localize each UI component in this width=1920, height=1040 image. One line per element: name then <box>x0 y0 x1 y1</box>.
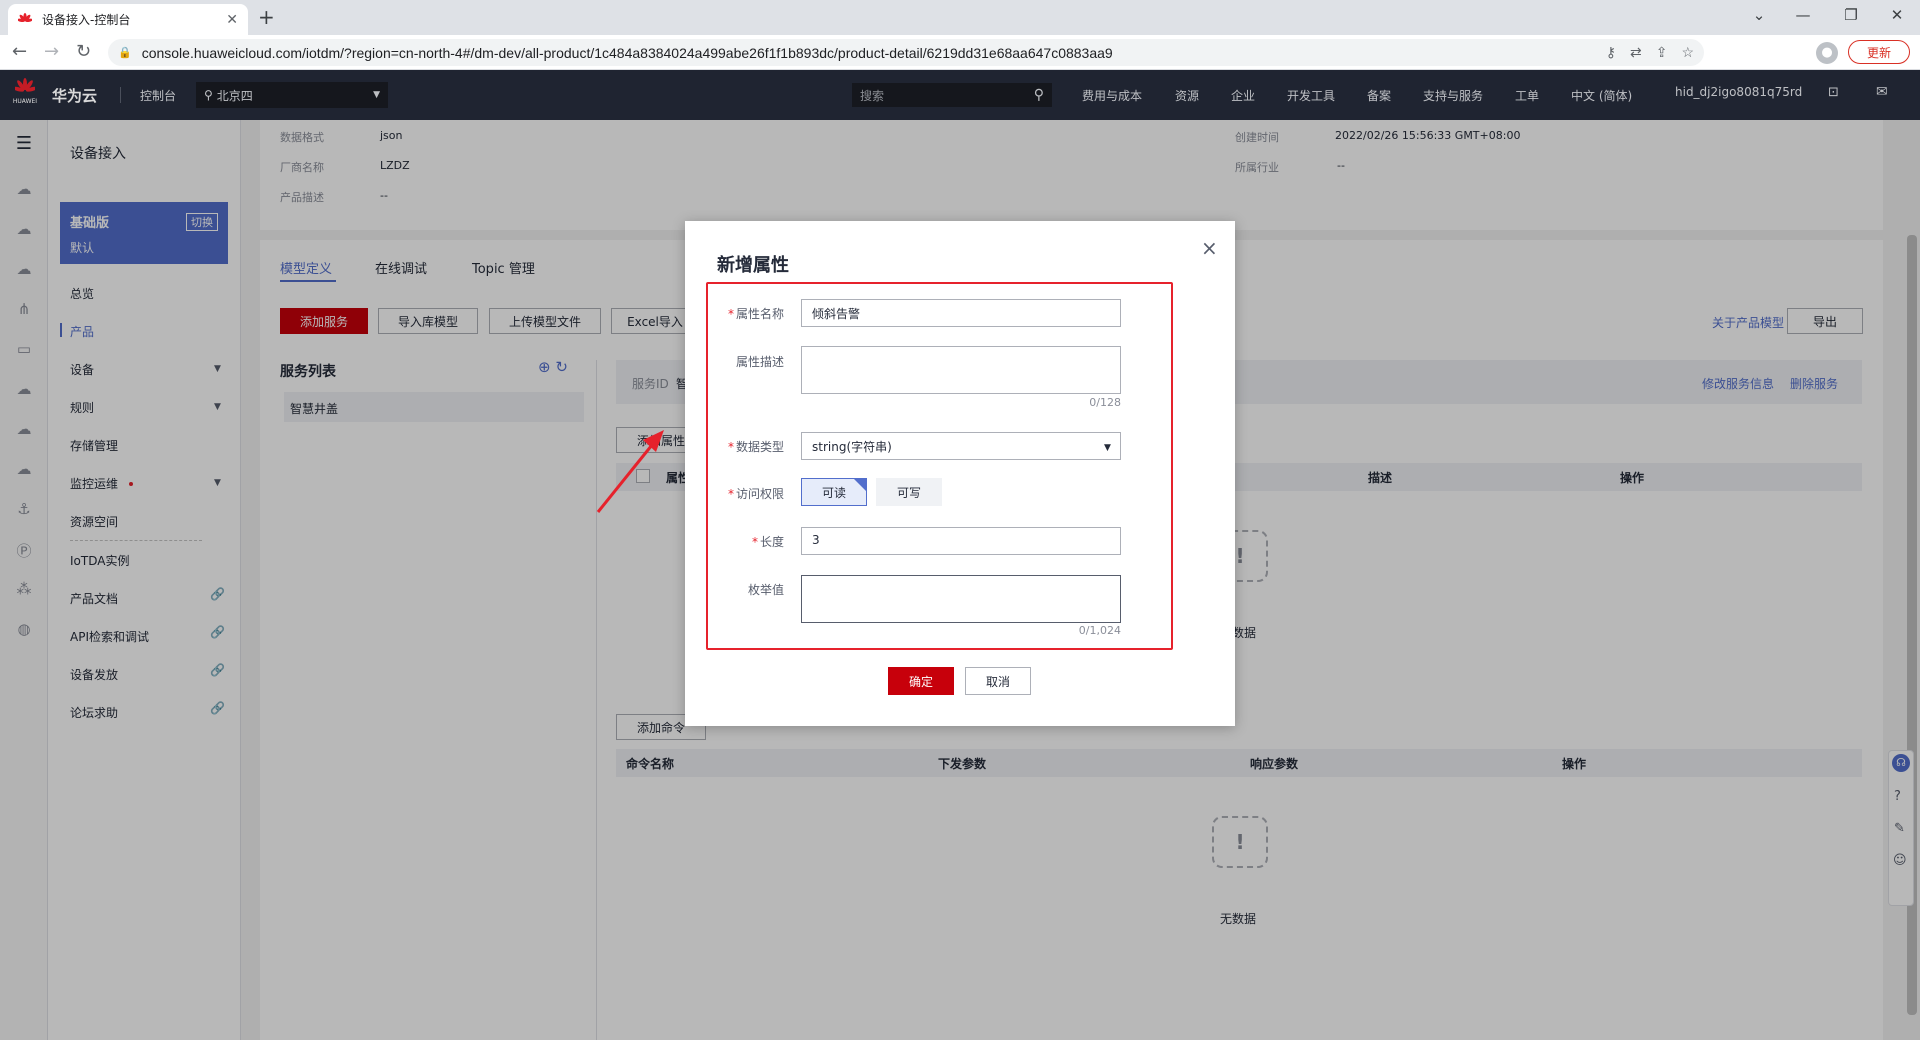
browser-tab[interactable]: 设备接入-控制台 ✕ <box>8 4 248 35</box>
property-desc-textarea[interactable] <box>801 346 1121 394</box>
length-input[interactable]: 3 <box>801 527 1121 555</box>
back-icon[interactable]: ← <box>12 41 27 62</box>
share-icon[interactable]: ⇪ <box>1656 44 1668 61</box>
access-read-toggle[interactable]: 可读 <box>801 478 867 506</box>
tab-search-icon[interactable]: ⌄ <box>1736 2 1782 28</box>
close-icon[interactable]: × <box>1201 236 1218 260</box>
profile-avatar-icon[interactable]: ● <box>1816 42 1838 64</box>
cancel-button[interactable]: 取消 <box>965 667 1031 695</box>
read-label: 可读 <box>821 485 846 500</box>
property-name-label: * 属性名称 <box>727 307 784 321</box>
key-icon[interactable]: ⚷ <box>1606 44 1616 61</box>
enum-textarea[interactable] <box>801 575 1121 623</box>
close-window-icon[interactable]: ✕ <box>1874 2 1920 28</box>
desc-char-count: 0/128 <box>1089 396 1121 409</box>
forward-icon[interactable]: → <box>44 41 59 62</box>
huawei-favicon-icon <box>17 12 33 27</box>
selected-corner-icon <box>854 479 866 491</box>
access-write-toggle[interactable]: 可写 <box>876 478 942 506</box>
minimize-icon[interactable]: — <box>1780 2 1826 28</box>
property-name-input[interactable]: 倾斜告警 <box>801 299 1121 327</box>
restore-icon[interactable]: ❐ <box>1828 2 1874 28</box>
property-desc-label: 属性描述 <box>735 355 784 369</box>
browser-tab-title: 设备接入-控制台 <box>42 13 131 27</box>
reload-icon[interactable]: ↻ <box>76 41 91 62</box>
enum-char-count: 0/1,024 <box>1078 624 1121 637</box>
url-text: console.huaweicloud.com/iotdm/?region=cn… <box>141 44 1113 61</box>
translate-icon[interactable]: ⇄ <box>1630 44 1642 61</box>
chevron-down-icon: ▼ <box>1104 443 1111 453</box>
enum-label: 枚举值 <box>747 583 784 597</box>
write-label: 可写 <box>896 485 921 500</box>
browser-tab-bar <box>0 0 1920 35</box>
update-label: 更新 <box>1866 45 1891 60</box>
url-field[interactable]: 🔒 console.huaweicloud.com/iotdm/?region=… <box>108 39 1704 66</box>
confirm-button[interactable]: 确定 <box>888 667 954 695</box>
lock-icon: 🔒 <box>118 47 132 59</box>
dialog-title: 新增属性 <box>717 255 789 276</box>
new-tab-icon[interactable]: + <box>258 5 275 29</box>
close-tab-icon[interactable]: ✕ <box>226 12 238 28</box>
data-type-label: * 数据类型 <box>727 440 784 454</box>
length-label: * 长度 <box>751 535 784 549</box>
header-mask <box>0 70 1920 120</box>
access-label: * 访问权限 <box>727 487 784 501</box>
update-button[interactable]: 更新 <box>1848 40 1910 64</box>
data-type-select[interactable]: string(字符串) <box>801 432 1121 460</box>
bookmark-star-icon[interactable]: ☆ <box>1681 44 1694 61</box>
